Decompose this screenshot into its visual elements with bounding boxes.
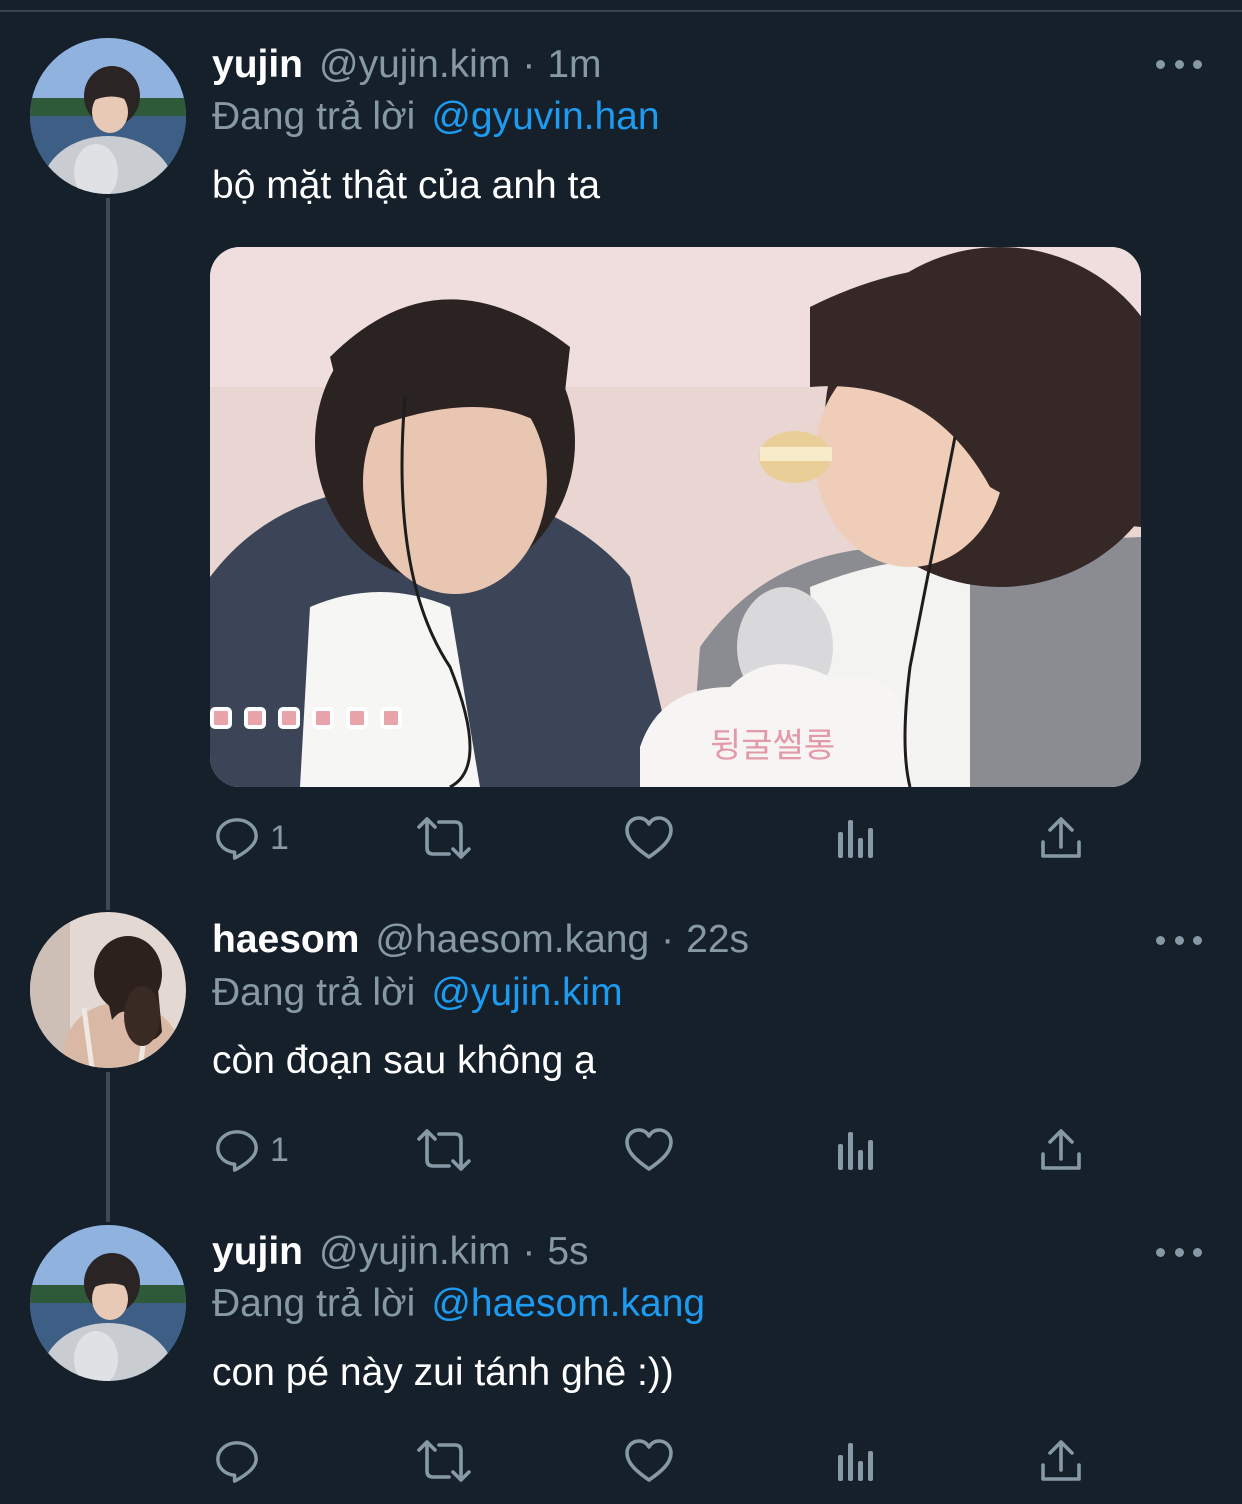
timestamp[interactable]: 5s	[547, 1230, 588, 1274]
replying-to: Đang trả lời @gyuvin.han	[212, 90, 660, 144]
like-icon	[624, 815, 674, 861]
replying-to: Đang trả lời @yujin.kim	[212, 966, 623, 1020]
replying-to-label: Đang trả lời	[212, 95, 416, 138]
tweet-text: bộ mặt thật của anh ta	[212, 164, 601, 207]
replying-to-label: Đang trả lời	[212, 1282, 416, 1325]
avatar[interactable]	[30, 1225, 186, 1381]
tweet-header: yujin @yujin.kim · 5s	[212, 1225, 589, 1279]
analytics-button[interactable]	[836, 1433, 876, 1489]
reply-icon	[214, 1438, 260, 1484]
share-button[interactable]	[1040, 1122, 1082, 1178]
tweet-media-image[interactable]: 뒹굴썰롱	[210, 247, 1141, 787]
reply-count: 1	[270, 1130, 289, 1169]
analytics-button[interactable]	[836, 1122, 876, 1178]
more-icon[interactable]	[1156, 930, 1202, 950]
retweet-icon	[416, 1126, 472, 1174]
share-icon	[1040, 1128, 1082, 1172]
like-icon	[624, 1127, 674, 1173]
tweet-header: yujin @yujin.kim · 1m	[212, 38, 602, 92]
reply-icon	[214, 815, 260, 861]
replying-to-mention[interactable]: @haesom.kang	[431, 1282, 705, 1326]
separator: ·	[522, 43, 536, 86]
retweet-button[interactable]	[416, 1433, 472, 1489]
like-icon	[624, 1438, 674, 1484]
thread-connector-line	[106, 1072, 110, 1222]
avatar[interactable]	[30, 912, 186, 1068]
tweet-text: còn đoạn sau không ạ	[212, 1039, 596, 1082]
display-name[interactable]: yujin	[212, 43, 303, 87]
analytics-icon	[836, 1130, 876, 1170]
retweet-icon	[416, 1437, 472, 1485]
tweet-text: con pé này zui tánh ghê :))	[212, 1351, 674, 1394]
username[interactable]: @haesom.kang	[375, 918, 649, 962]
replying-to: Đang trả lời @haesom.kang	[212, 1277, 705, 1331]
analytics-button[interactable]	[836, 810, 876, 866]
like-button[interactable]	[624, 810, 674, 866]
tweet-actions	[212, 1433, 1092, 1489]
avatar[interactable]	[30, 38, 186, 194]
media-overlay-text: 뒹굴썰롱	[710, 726, 835, 766]
timestamp[interactable]: 22s	[686, 918, 749, 962]
replying-to-label: Đang trả lời	[212, 971, 416, 1014]
reply-button[interactable]: 1	[214, 1122, 289, 1178]
replying-to-mention[interactable]: @yujin.kim	[431, 971, 622, 1015]
username[interactable]: @yujin.kim	[319, 1230, 510, 1274]
separator: ·	[661, 918, 675, 961]
retweet-button[interactable]	[416, 1122, 472, 1178]
thread-connector-line	[106, 198, 110, 910]
display-name[interactable]: haesom	[212, 918, 359, 962]
share-button[interactable]	[1040, 810, 1082, 866]
reply-count: 1	[270, 818, 289, 857]
separator: ·	[522, 1230, 536, 1273]
replying-to-mention[interactable]: @gyuvin.han	[431, 95, 659, 139]
display-name[interactable]: yujin	[212, 1230, 303, 1274]
share-icon	[1040, 1439, 1082, 1483]
analytics-icon	[836, 818, 876, 858]
retweet-icon	[416, 814, 472, 862]
top-divider	[0, 10, 1242, 12]
reply-button[interactable]: 1	[214, 810, 289, 866]
retweet-button[interactable]	[416, 810, 472, 866]
share-icon	[1040, 816, 1082, 860]
tweet-actions: 1	[212, 1122, 1092, 1178]
share-button[interactable]	[1040, 1433, 1082, 1489]
like-button[interactable]	[624, 1433, 674, 1489]
more-icon[interactable]	[1156, 1242, 1202, 1262]
timestamp[interactable]: 1m	[547, 43, 601, 87]
more-icon[interactable]	[1156, 54, 1202, 74]
username[interactable]: @yujin.kim	[319, 43, 510, 87]
reply-icon	[214, 1127, 260, 1173]
tweet-header: haesom @haesom.kang · 22s	[212, 913, 749, 967]
tweet-actions: 1	[212, 810, 1092, 866]
reply-button[interactable]	[214, 1433, 270, 1489]
like-button[interactable]	[624, 1122, 674, 1178]
analytics-icon	[836, 1441, 876, 1481]
